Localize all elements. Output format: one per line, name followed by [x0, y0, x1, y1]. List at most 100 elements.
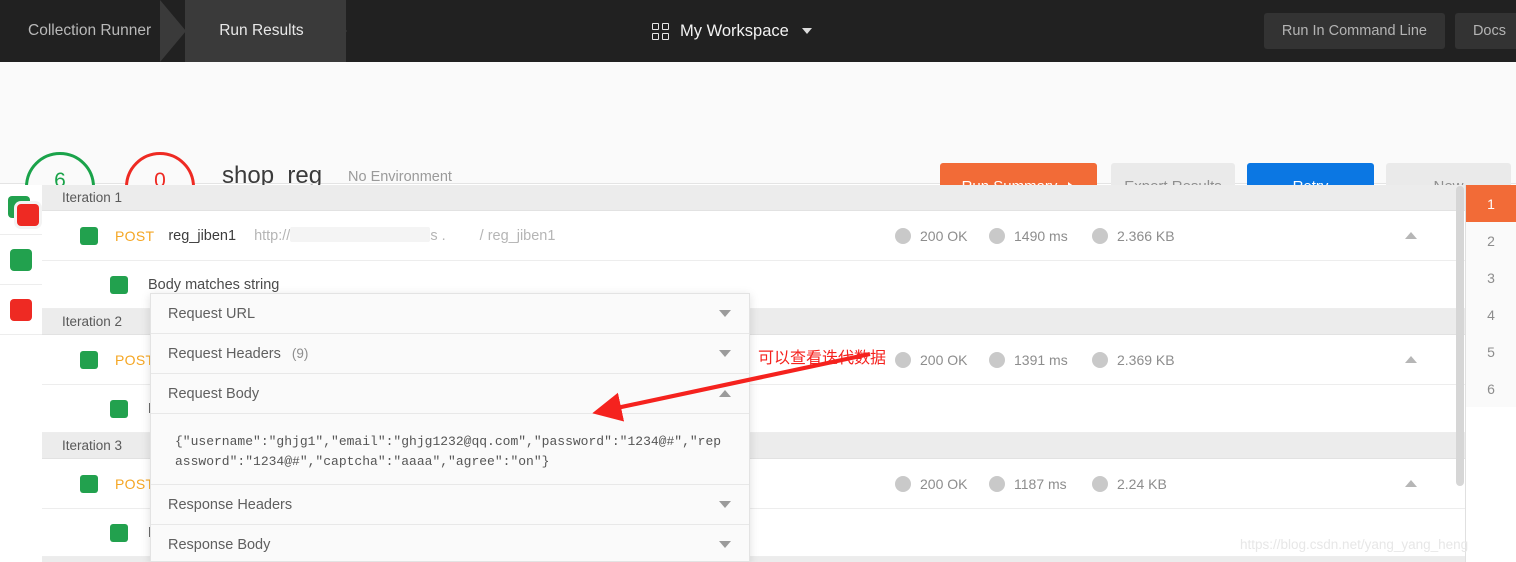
breadcrumb-collection-runner[interactable]: Collection Runner — [0, 0, 187, 62]
request-status-square-icon — [80, 226, 98, 245]
header-actions: Run In Command Line Docs — [1263, 0, 1516, 62]
filter-passed-button[interactable] — [0, 235, 42, 285]
redacted-host-block — [290, 227, 431, 242]
response-size: 2.24 KB — [1092, 475, 1167, 492]
red-square-icon — [10, 298, 32, 321]
detail-section-label: Response Headers — [168, 496, 293, 513]
response-size: 2.369 KB — [1092, 351, 1175, 368]
request-url-suffix: s . — [430, 228, 446, 244]
response-time: 1391 ms — [989, 351, 1068, 368]
results-vertical-scrollbar[interactable] — [1456, 186, 1464, 486]
status-dot-icon — [895, 475, 911, 492]
status-dot-icon — [895, 227, 911, 244]
detail-section-request-headers[interactable]: Request Headers (9) — [151, 334, 749, 374]
grid-2x2-icon — [652, 22, 669, 40]
iteration-index-rail: 1 2 3 4 5 6 — [1466, 185, 1516, 562]
response-size-text: 2.24 KB — [1117, 475, 1167, 492]
response-status-text: 200 OK — [920, 227, 968, 244]
iteration-index-3[interactable]: 3 — [1466, 259, 1516, 296]
chevron-down-icon — [719, 541, 731, 548]
iteration-index-1[interactable]: 1 — [1466, 185, 1516, 222]
workspace-selector[interactable]: My Workspace — [652, 0, 812, 62]
detail-section-request-url[interactable]: Request URL — [151, 294, 749, 334]
size-dot-icon — [1092, 351, 1108, 368]
response-time-text: 1490 ms — [1014, 227, 1068, 244]
time-dot-icon — [989, 227, 1005, 244]
request-method: POST — [115, 351, 155, 368]
test-name: Body matches string — [148, 276, 280, 293]
status-dot-icon — [895, 351, 911, 368]
run-summary-strip: 6 PASSED 0 FAILED shop_reg No Environmen… — [0, 62, 1516, 222]
green-square-icon — [10, 248, 32, 271]
annotation-text: 可以查看迭代数据 — [758, 348, 887, 367]
detail-section-label: Request Headers — [168, 345, 281, 362]
test-status-square-icon — [110, 399, 128, 418]
response-time: 1490 ms — [989, 227, 1068, 244]
response-status: 200 OK — [895, 475, 968, 492]
request-status-square-icon — [80, 474, 98, 493]
iteration-index-6[interactable]: 6 — [1466, 370, 1516, 407]
response-size: 2.366 KB — [1092, 227, 1175, 244]
request-name: reg_jiben1 — [168, 227, 237, 244]
size-dot-icon — [1092, 227, 1108, 244]
docs-button[interactable]: Docs — [1454, 13, 1516, 49]
redacted-port-block — [445, 227, 480, 242]
breadcrumb-active-arrow-icon — [320, 0, 347, 62]
response-time-text: 1391 ms — [1014, 351, 1068, 368]
collapse-chevron-up-icon[interactable] — [1405, 480, 1417, 487]
run-in-command-line-button[interactable]: Run In Command Line — [1263, 13, 1445, 49]
time-dot-icon — [989, 475, 1005, 492]
filter-failed-button[interactable] — [0, 285, 42, 335]
iteration-index-list: 1 2 3 4 5 6 — [1466, 185, 1516, 407]
response-status: 200 OK — [895, 227, 968, 244]
response-time: 1187 ms — [989, 475, 1067, 492]
breadcrumb-collection-runner-label: Collection Runner — [28, 22, 152, 39]
collapse-chevron-up-icon[interactable] — [1405, 232, 1417, 239]
response-status-text: 200 OK — [920, 351, 968, 368]
request-row[interactable]: POST reg_jiben1 http:// s . / reg_jiben1 2… — [42, 211, 1465, 261]
filter-all-button[interactable] — [0, 185, 42, 235]
response-size-text: 2.369 KB — [1117, 351, 1175, 368]
watermark: https://blog.csdn.net/yang_yang_heng — [1240, 537, 1469, 552]
size-dot-icon — [1092, 475, 1108, 492]
breadcrumb-run-results[interactable]: Run Results — [185, 0, 347, 62]
detail-section-response-headers[interactable]: Response Headers — [151, 485, 749, 525]
detail-section-label: Request URL — [168, 305, 256, 322]
workspace-name-label: My Workspace — [680, 21, 789, 40]
request-status-square-icon — [80, 350, 98, 369]
request-method: POST — [115, 475, 155, 492]
breadcrumb-separator-icon — [160, 0, 187, 62]
response-status: 200 OK — [895, 351, 968, 368]
chevron-down-icon — [719, 350, 731, 357]
response-size-text: 2.366 KB — [1117, 227, 1175, 244]
detail-section-label: Request Body — [168, 385, 260, 402]
iteration-index-4[interactable]: 4 — [1466, 296, 1516, 333]
chevron-down-icon — [719, 501, 731, 508]
collection-runner-window: Collection Runner Run Results My Workspa… — [0, 0, 1516, 562]
detail-section-count: (9) — [291, 346, 309, 361]
collapse-chevron-up-icon[interactable] — [1405, 356, 1417, 363]
detail-section-request-body[interactable]: Request Body — [151, 374, 749, 414]
breadcrumb-run-results-label: Run Results — [219, 22, 304, 39]
test-status-square-icon — [110, 523, 128, 542]
test-status-square-icon — [110, 275, 128, 294]
response-status-text: 200 OK — [920, 475, 968, 492]
request-url-path: / reg_jiben1 — [479, 228, 556, 244]
request-detail-popup: Request URL Request Headers (9) Request … — [150, 293, 750, 562]
time-dot-icon — [989, 351, 1005, 368]
green-red-squares-icon — [4, 195, 39, 226]
request-method: POST — [115, 227, 155, 244]
top-header-bar: Collection Runner Run Results My Workspa… — [0, 0, 1516, 62]
detail-section-response-body[interactable]: Response Body — [151, 525, 749, 561]
status-filter-rail — [0, 185, 42, 562]
request-url-prefix: http:// — [254, 228, 291, 244]
iteration-index-5[interactable]: 5 — [1466, 333, 1516, 370]
detail-section-label: Response Body — [168, 536, 271, 553]
iteration-header: Iteration 1 — [42, 185, 1465, 211]
chevron-down-icon — [719, 310, 731, 317]
request-url: http:// s . / reg_jiben1 — [254, 227, 555, 244]
chevron-up-icon — [719, 390, 731, 397]
environment-label: No Environment — [348, 169, 452, 185]
iteration-index-2[interactable]: 2 — [1466, 222, 1516, 259]
request-body-content: {"username":"ghjg1","email":"ghjg1232@qq… — [151, 414, 749, 485]
